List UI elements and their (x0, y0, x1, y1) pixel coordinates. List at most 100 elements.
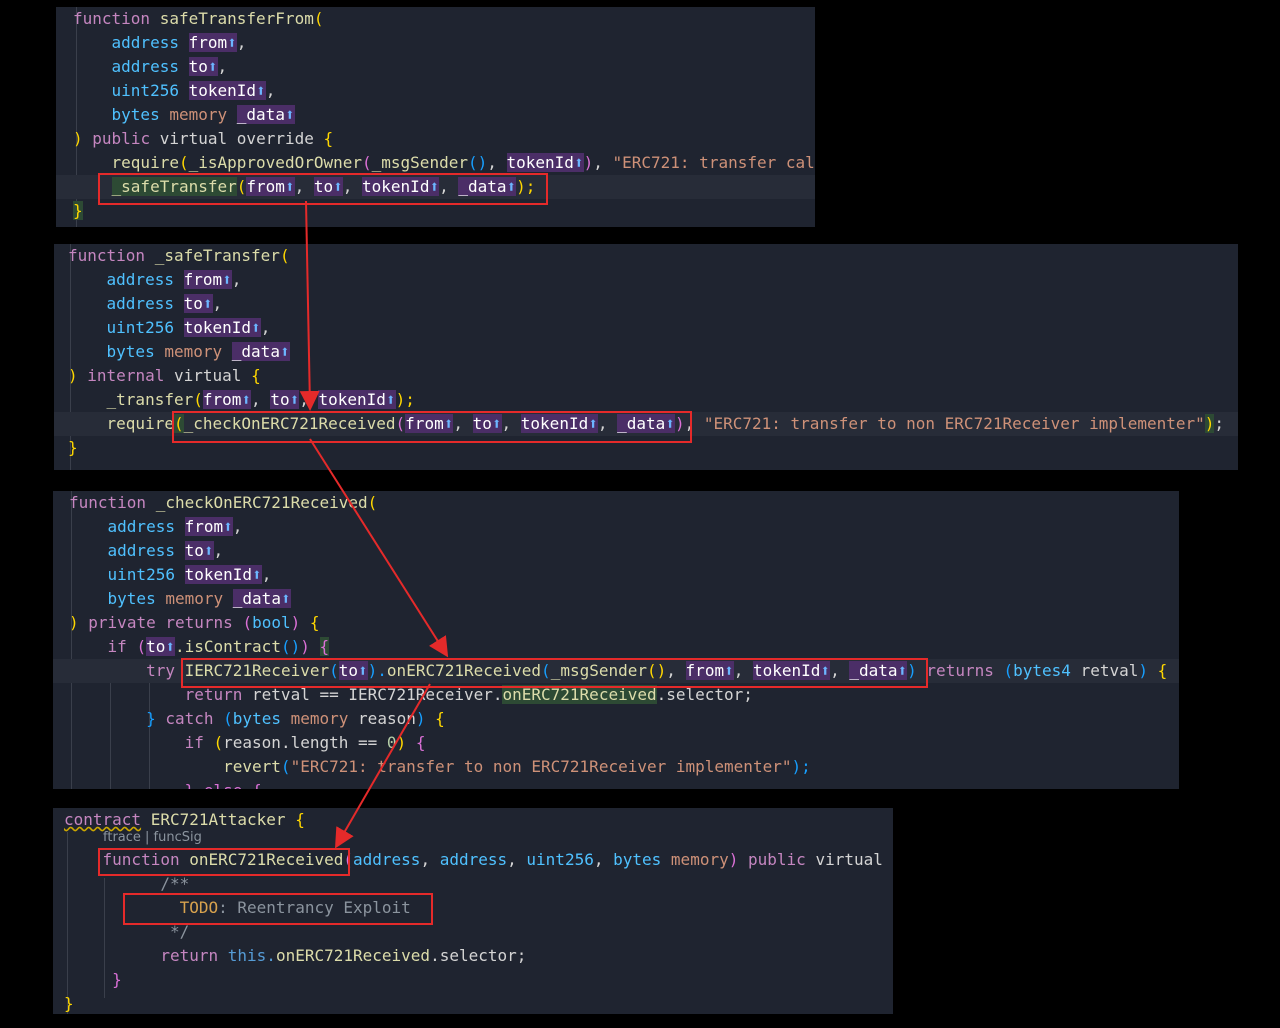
paren: ( (329, 661, 339, 680)
function-call: require (106, 414, 174, 433)
brace: { (295, 810, 305, 829)
param: _data (849, 661, 898, 680)
storage: memory (670, 850, 729, 869)
paren: ) (1204, 414, 1215, 433)
function-call: require (111, 153, 179, 172)
brace: { (251, 366, 261, 385)
param: tokenId (183, 318, 252, 337)
code-line: _transfer(from⬆, to⬆, tokenId⬆); (68, 388, 1238, 412)
param-arrow-icon: ⬆ (202, 294, 213, 313)
punct: , (232, 517, 243, 536)
code-line: TODO: Reentrancy Exploit (64, 896, 893, 920)
function-call: revert (223, 757, 281, 776)
param-arrow-icon: ⬆ (491, 414, 502, 433)
function-ref: onERC721Received (275, 946, 431, 965)
punct: , (593, 850, 614, 869)
param-arrow-icon: ⬆ (222, 270, 232, 289)
brace: } (64, 994, 74, 1013)
number: 0 (386, 733, 397, 752)
code-line: function _checkOnERC721Received( (69, 491, 1179, 515)
variable: retval (1080, 661, 1139, 680)
punct: ); (516, 177, 536, 196)
param-arrow-icon: ⬆ (251, 318, 261, 337)
punct: , (236, 33, 247, 52)
param-arrow-icon: ⬆ (227, 33, 237, 52)
punct: , (420, 850, 440, 869)
paren: ( (362, 153, 372, 172)
paren: ) (68, 366, 78, 385)
comment: /** (160, 874, 190, 893)
paren: ) (300, 637, 310, 656)
paren: ) (674, 414, 685, 433)
punct: ); (791, 757, 811, 776)
code-panel-safe-transfer-from: function safeTransferFrom( address from⬆… (56, 7, 815, 227)
keyword: virtual (173, 366, 242, 385)
paren: ) (73, 129, 83, 148)
code-lens[interactable]: ftrace | funcSig (103, 828, 893, 848)
punct: , (733, 661, 753, 680)
code-line: require(_isApprovedOrOwner(_msgSender(),… (73, 151, 815, 175)
param: from (184, 517, 224, 536)
punct: , (453, 414, 473, 433)
param-arrow-icon: ⬆ (207, 57, 218, 76)
code-line: ) private returns (bool) { (69, 611, 1179, 635)
code-line: } catch (bytes memory reason) { (69, 707, 1179, 731)
function-name: onERC721Received (189, 850, 344, 869)
code-line: function safeTransferFrom( (73, 7, 815, 31)
keyword: this. (227, 946, 276, 965)
param-arrow-icon: ⬆ (820, 661, 831, 680)
code-line: if (to⬆.isContract()) { (69, 635, 1179, 659)
param-arrow-icon: ⬆ (443, 414, 454, 433)
param: tokenId (318, 390, 386, 409)
code-line: } (64, 992, 893, 1014)
type: bool (252, 613, 291, 632)
param: _data (231, 342, 280, 361)
param: tokenId (506, 153, 574, 172)
param: from (202, 390, 242, 409)
paren: ( (242, 613, 253, 632)
function-call: _safeTransfer (111, 177, 237, 196)
keyword: returns (926, 661, 994, 680)
code-line: ) public virtual override { (73, 127, 815, 151)
type: address (439, 850, 508, 869)
param-arrow-icon: ⬆ (279, 342, 290, 361)
type: address (353, 850, 421, 869)
keyword: if (184, 733, 204, 752)
punct: , (487, 153, 507, 172)
code-line: return retval == IERC721Receiver.onERC72… (69, 683, 1179, 707)
storage: memory (165, 589, 224, 608)
keyword: function (102, 850, 180, 869)
param-arrow-icon: ⬆ (256, 81, 266, 100)
param: to (188, 57, 208, 76)
brace: } (68, 438, 78, 457)
paren: ( (136, 637, 147, 656)
param-arrow-icon: ⬆ (165, 637, 175, 656)
param-arrow-icon: ⬆ (897, 661, 908, 680)
function-call: .isContract (174, 637, 281, 656)
brace: { (415, 733, 426, 752)
code-line: /** (64, 872, 893, 896)
type: address (106, 294, 174, 313)
keyword: try (146, 661, 175, 680)
punct: , (830, 661, 850, 680)
code-panel-check-on-erc721-received: function _checkOnERC721Received( address… (53, 491, 1179, 789)
function-ref: onERC721Received (502, 685, 657, 704)
paren: ( (367, 493, 378, 512)
code-line: uint256 tokenId⬆, (68, 316, 1238, 340)
paren: ) (907, 661, 917, 680)
punct: , (294, 177, 314, 196)
punct: , (684, 414, 704, 433)
punct: , (299, 390, 319, 409)
keyword: public (748, 850, 806, 869)
keyword: function (68, 246, 146, 265)
keyword: internal (87, 366, 165, 385)
storage: memory (290, 709, 349, 728)
type: uint256 (107, 565, 175, 584)
brace: { (309, 613, 320, 632)
param: _data (232, 589, 281, 608)
code-line: } (64, 968, 893, 992)
keyword: returns (165, 613, 233, 632)
type: IERC721Receiver (184, 661, 330, 680)
punct: , (260, 318, 271, 337)
paren: ) (728, 850, 739, 869)
